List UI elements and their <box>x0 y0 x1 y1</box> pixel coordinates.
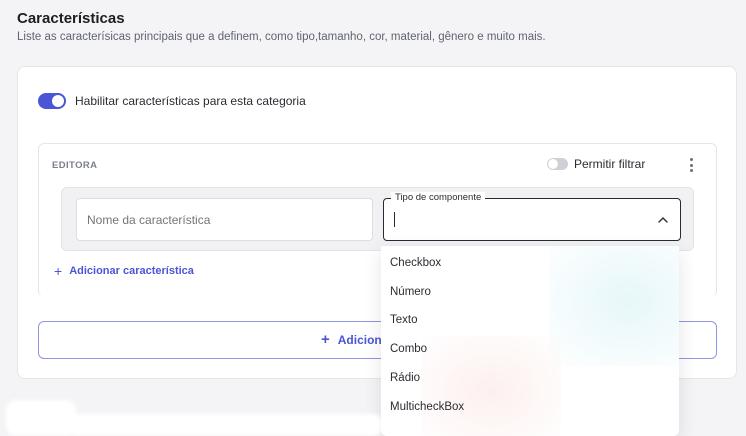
blurred-region <box>6 400 76 436</box>
add-feature-label: Adicionar característica <box>69 265 194 277</box>
dropdown-option-multicheckbox[interactable]: MulticheckBox <box>390 401 464 413</box>
dropdown-option-radio[interactable]: Rádio <box>390 372 420 384</box>
component-type-label: Tipo de componente <box>391 192 486 203</box>
plus-icon: + <box>54 263 63 279</box>
dropdown-option-numero[interactable]: Número <box>390 286 431 298</box>
dropdown-option-checkbox[interactable]: Checkbox <box>390 257 441 269</box>
component-type-dropdown: Checkbox Número Texto Combo Rádio Multic… <box>381 246 679 436</box>
text-cursor <box>394 212 395 227</box>
toggle-knob <box>52 95 64 107</box>
feature-fields-row: Tipo de componente <box>61 187 694 251</box>
component-type-select[interactable]: Tipo de componente <box>383 192 681 241</box>
feature-name-input[interactable] <box>76 198 373 241</box>
add-feature-link[interactable]: + Adicionar característica <box>54 264 194 278</box>
enable-characteristics-label: Habilitar características para esta cate… <box>75 94 306 108</box>
more-options-icon[interactable] <box>686 158 696 172</box>
blurred-region <box>70 414 382 436</box>
section-title: Características <box>17 10 125 27</box>
dropdown-option-texto[interactable]: Texto <box>390 314 418 326</box>
plus-icon: + <box>321 331 330 348</box>
editor-label: EDITORA <box>52 160 98 171</box>
toggle-knob <box>548 159 558 169</box>
chevron-up-icon[interactable] <box>658 216 668 223</box>
dropdown-option-combo[interactable]: Combo <box>390 343 427 355</box>
allow-filter-row[interactable]: Permitir filtrar <box>547 157 645 171</box>
add-button-label: Adicion <box>337 332 382 347</box>
section-subtitle: Liste as caracterísicas principais que a… <box>17 31 546 43</box>
enable-characteristics-row[interactable]: Habilitar características para esta cate… <box>38 93 306 109</box>
allow-filter-label: Permitir filtrar <box>574 157 646 171</box>
enable-characteristics-toggle[interactable] <box>38 93 66 109</box>
allow-filter-toggle[interactable] <box>547 158 568 170</box>
